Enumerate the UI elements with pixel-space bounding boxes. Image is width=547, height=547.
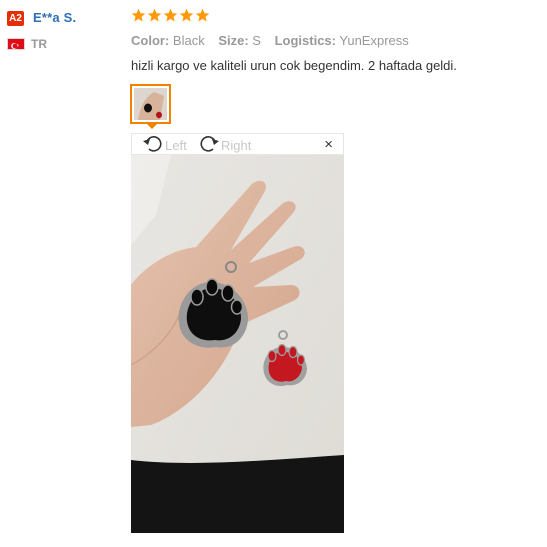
review-attributes: Color: Black Size: S Logistics: YunExpre… — [131, 33, 419, 48]
rotate-right-label: Right — [221, 137, 252, 153]
size-label: Size: — [218, 33, 249, 48]
review-image-thumbnail[interactable] — [130, 84, 171, 124]
close-viewer-button[interactable]: × — [324, 136, 333, 154]
reviewer-level-badge: A2 — [7, 11, 24, 26]
reviewer-name: E**a S. — [33, 10, 77, 25]
image-viewer-toolbar: Left Right × — [131, 133, 344, 155]
star-icon — [147, 8, 162, 22]
review-text: hizli kargo ve kaliteli urun cok begendi… — [131, 58, 457, 73]
rotate-left-icon — [142, 134, 165, 157]
star-icon — [163, 8, 178, 22]
rotate-right-icon — [198, 134, 221, 157]
rotate-left-button[interactable]: Left — [142, 135, 187, 155]
star-icon — [195, 8, 210, 22]
rating-stars — [131, 8, 210, 23]
review-photo — [131, 155, 344, 533]
logistics-label: Logistics: — [274, 33, 336, 48]
rotate-left-label: Left — [165, 137, 187, 153]
star-icon — [179, 8, 194, 22]
turkey-flag-icon — [7, 38, 25, 50]
size-value: S — [252, 33, 261, 48]
logistics-value: YunExpress — [339, 33, 409, 48]
star-icon — [131, 8, 146, 22]
thumbnail-selected-caret — [146, 123, 158, 129]
rotate-right-button[interactable]: Right — [198, 135, 251, 155]
color-value: Black — [172, 33, 205, 48]
reviewer-country: TR — [31, 37, 47, 51]
color-label: Color: — [131, 33, 170, 48]
